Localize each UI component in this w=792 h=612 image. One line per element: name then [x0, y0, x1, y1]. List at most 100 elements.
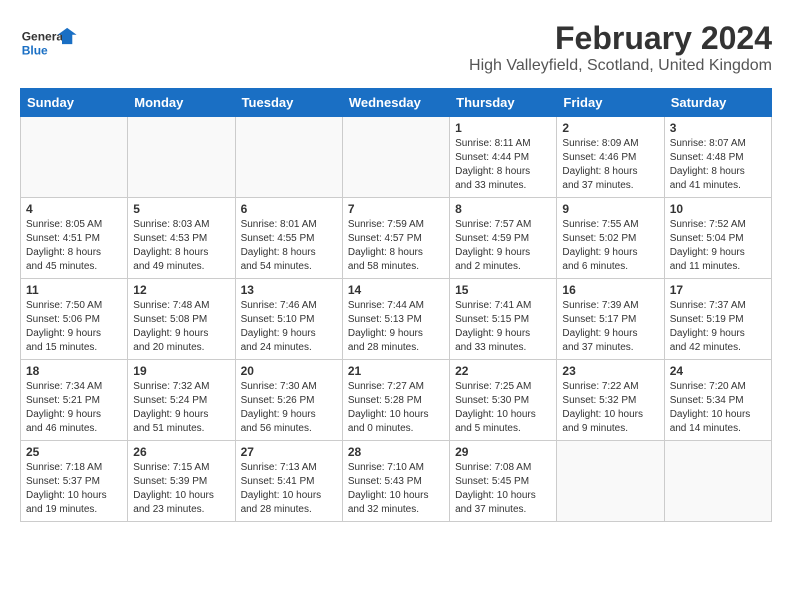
- table-row: 23 Sunrise: 7:22 AM Sunset: 5:32 PM Dayli…: [557, 360, 664, 441]
- day-number: 23: [562, 364, 658, 378]
- day-info: Sunrise: 7:41 AM Sunset: 5:15 PM Dayligh…: [455, 299, 551, 355]
- table-row: [664, 441, 771, 522]
- calendar-week-row: 11 Sunrise: 7:50 AM Sunset: 5:06 PM Dayli…: [21, 279, 772, 360]
- day-number: 11: [26, 283, 122, 297]
- header-sunday: Sunday: [21, 89, 128, 117]
- day-info: Sunrise: 7:18 AM Sunset: 5:37 PM Dayligh…: [26, 461, 122, 517]
- day-info: Sunrise: 8:09 AM Sunset: 4:46 PM Dayligh…: [562, 137, 658, 193]
- table-row: 21Sunrise: 7:27 AM Sunset: 5:28 PM Dayli…: [342, 360, 449, 441]
- header-wednesday: Wednesday: [342, 89, 449, 117]
- table-row: 6 Sunrise: 8:01 AM Sunset: 4:55 PM Daylig…: [235, 198, 342, 279]
- svg-text:Blue: Blue: [22, 43, 48, 57]
- logo-svg: General Blue: [20, 20, 80, 70]
- table-row: 15 Sunrise: 7:41 AM Sunset: 5:15 PM Dayli…: [450, 279, 557, 360]
- day-number: 4: [26, 202, 122, 216]
- header-thursday: Thursday: [450, 89, 557, 117]
- header-monday: Monday: [128, 89, 235, 117]
- day-number: 8: [455, 202, 551, 216]
- day-number: 24: [670, 364, 766, 378]
- table-row: 12 Sunrise: 7:48 AM Sunset: 5:08 PM Dayli…: [128, 279, 235, 360]
- table-row: 28Sunrise: 7:10 AM Sunset: 5:43 PM Dayli…: [342, 441, 449, 522]
- svg-text:General: General: [22, 30, 67, 44]
- calendar-table: Sunday Monday Tuesday Wednesday Thursday…: [20, 88, 772, 522]
- day-number: 6: [241, 202, 337, 216]
- day-number: 12: [133, 283, 229, 297]
- day-info: Sunrise: 8:03 AM Sunset: 4:53 PM Dayligh…: [133, 218, 229, 274]
- day-info: Sunrise: 7:30 AM Sunset: 5:26 PM Dayligh…: [241, 380, 337, 436]
- table-row: 9Sunrise: 7:55 AM Sunset: 5:02 PM Daylig…: [557, 198, 664, 279]
- table-row: 10Sunrise: 7:52 AM Sunset: 5:04 PM Dayli…: [664, 198, 771, 279]
- table-row: 18Sunrise: 7:34 AM Sunset: 5:21 PM Dayli…: [21, 360, 128, 441]
- calendar-body: 1Sunrise: 8:11 AM Sunset: 4:44 PM Daylig…: [21, 117, 772, 522]
- day-info: Sunrise: 7:27 AM Sunset: 5:28 PM Dayligh…: [348, 380, 444, 436]
- day-info: Sunrise: 7:50 AM Sunset: 5:06 PM Dayligh…: [26, 299, 122, 355]
- day-number: 26: [133, 445, 229, 459]
- table-row: 25 Sunrise: 7:18 AM Sunset: 5:37 PM Dayli…: [21, 441, 128, 522]
- day-info: Sunrise: 7:10 AM Sunset: 5:43 PM Dayligh…: [348, 461, 444, 517]
- day-info: Sunrise: 7:22 AM Sunset: 5:32 PM Dayligh…: [562, 380, 658, 436]
- day-number: 13: [241, 283, 337, 297]
- calendar-week-row: 4 Sunrise: 8:05 AM Sunset: 4:51 PM Daylig…: [21, 198, 772, 279]
- day-number: 3: [670, 121, 766, 135]
- table-row: [21, 117, 128, 198]
- day-info: Sunrise: 7:44 AM Sunset: 5:13 PM Dayligh…: [348, 299, 444, 355]
- header-tuesday: Tuesday: [235, 89, 342, 117]
- table-row: 19 Sunrise: 7:32 AM Sunset: 5:24 PM Dayli…: [128, 360, 235, 441]
- calendar-header-row: Sunday Monday Tuesday Wednesday Thursday…: [21, 89, 772, 117]
- day-info: Sunrise: 7:55 AM Sunset: 5:02 PM Dayligh…: [562, 218, 658, 274]
- day-number: 25: [26, 445, 122, 459]
- day-info: Sunrise: 7:39 AM Sunset: 5:17 PM Dayligh…: [562, 299, 658, 355]
- day-number: 22: [455, 364, 551, 378]
- table-row: [128, 117, 235, 198]
- table-row: 14 Sunrise: 7:44 AM Sunset: 5:13 PM Dayli…: [342, 279, 449, 360]
- table-row: 1Sunrise: 8:11 AM Sunset: 4:44 PM Daylig…: [450, 117, 557, 198]
- table-row: 20 Sunrise: 7:30 AM Sunset: 5:26 PM Dayli…: [235, 360, 342, 441]
- table-row: 8 Sunrise: 7:57 AM Sunset: 4:59 PM Daylig…: [450, 198, 557, 279]
- table-row: 17Sunrise: 7:37 AM Sunset: 5:19 PM Dayli…: [664, 279, 771, 360]
- day-info: Sunrise: 7:59 AM Sunset: 4:57 PM Dayligh…: [348, 218, 444, 274]
- day-info: Sunrise: 7:25 AM Sunset: 5:30 PM Dayligh…: [455, 380, 551, 436]
- logo: General Blue: [20, 20, 80, 70]
- day-info: Sunrise: 7:20 AM Sunset: 5:34 PM Dayligh…: [670, 380, 766, 436]
- table-row: 27Sunrise: 7:13 AM Sunset: 5:41 PM Dayli…: [235, 441, 342, 522]
- table-row: 2 Sunrise: 8:09 AM Sunset: 4:46 PM Daylig…: [557, 117, 664, 198]
- table-row: 4 Sunrise: 8:05 AM Sunset: 4:51 PM Daylig…: [21, 198, 128, 279]
- day-info: Sunrise: 8:05 AM Sunset: 4:51 PM Dayligh…: [26, 218, 122, 274]
- day-info: Sunrise: 7:15 AM Sunset: 5:39 PM Dayligh…: [133, 461, 229, 517]
- table-row: [342, 117, 449, 198]
- day-number: 20: [241, 364, 337, 378]
- calendar-subtitle: High Valleyfield, Scotland, United Kingd…: [469, 57, 772, 75]
- table-row: 13 Sunrise: 7:46 AM Sunset: 5:10 PM Dayli…: [235, 279, 342, 360]
- day-info: Sunrise: 7:34 AM Sunset: 5:21 PM Dayligh…: [26, 380, 122, 436]
- day-number: 19: [133, 364, 229, 378]
- day-info: Sunrise: 8:01 AM Sunset: 4:55 PM Dayligh…: [241, 218, 337, 274]
- table-row: 16Sunrise: 7:39 AM Sunset: 5:17 PM Dayli…: [557, 279, 664, 360]
- day-info: Sunrise: 7:57 AM Sunset: 4:59 PM Dayligh…: [455, 218, 551, 274]
- calendar-week-row: 1Sunrise: 8:11 AM Sunset: 4:44 PM Daylig…: [21, 117, 772, 198]
- day-number: 27: [241, 445, 337, 459]
- title-block: February 2024 High Valleyfield, Scotland…: [469, 20, 772, 75]
- day-info: Sunrise: 8:07 AM Sunset: 4:48 PM Dayligh…: [670, 137, 766, 193]
- day-info: Sunrise: 7:37 AM Sunset: 5:19 PM Dayligh…: [670, 299, 766, 355]
- table-row: 24 Sunrise: 7:20 AM Sunset: 5:34 PM Dayli…: [664, 360, 771, 441]
- table-row: 5Sunrise: 8:03 AM Sunset: 4:53 PM Daylig…: [128, 198, 235, 279]
- table-row: 11 Sunrise: 7:50 AM Sunset: 5:06 PM Dayli…: [21, 279, 128, 360]
- table-row: 26 Sunrise: 7:15 AM Sunset: 5:39 PM Dayli…: [128, 441, 235, 522]
- day-number: 2: [562, 121, 658, 135]
- table-row: [557, 441, 664, 522]
- day-info: Sunrise: 7:08 AM Sunset: 5:45 PM Dayligh…: [455, 461, 551, 517]
- table-row: 3 Sunrise: 8:07 AM Sunset: 4:48 PM Daylig…: [664, 117, 771, 198]
- calendar-week-row: 18Sunrise: 7:34 AM Sunset: 5:21 PM Dayli…: [21, 360, 772, 441]
- calendar-week-row: 25 Sunrise: 7:18 AM Sunset: 5:37 PM Dayli…: [21, 441, 772, 522]
- table-row: 29 Sunrise: 7:08 AM Sunset: 5:45 PM Dayli…: [450, 441, 557, 522]
- table-row: [235, 117, 342, 198]
- day-info: Sunrise: 7:48 AM Sunset: 5:08 PM Dayligh…: [133, 299, 229, 355]
- day-info: Sunrise: 7:32 AM Sunset: 5:24 PM Dayligh…: [133, 380, 229, 436]
- day-number: 15: [455, 283, 551, 297]
- calendar-title: February 2024: [469, 20, 772, 57]
- day-info: Sunrise: 7:46 AM Sunset: 5:10 PM Dayligh…: [241, 299, 337, 355]
- table-row: 7Sunrise: 7:59 AM Sunset: 4:57 PM Daylig…: [342, 198, 449, 279]
- day-number: 29: [455, 445, 551, 459]
- header-saturday: Saturday: [664, 89, 771, 117]
- day-number: 14: [348, 283, 444, 297]
